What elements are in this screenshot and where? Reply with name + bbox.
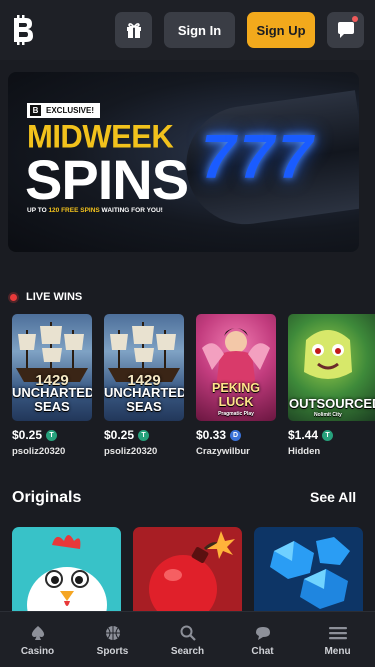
promo-banner[interactable]: 7 7 7 B EXCLUSIVE! MIDWEEK SPINS UP TO 1… [8,72,359,252]
sign-in-button[interactable]: Sign In [164,12,235,48]
diamonds-icon [270,537,350,609]
nav-label: Casino [20,646,55,657]
tether-coin-icon: T [46,429,58,441]
live-wins-title: LIVE WINS [26,291,83,303]
banner-subtitle-suffix: WAITING FOR YOU! [99,207,163,214]
win-username[interactable]: Crazywilbur [196,446,276,457]
brand-mark-icon: B [30,105,41,116]
win-username[interactable]: psoliz20320 [104,446,184,457]
game-thumbnail[interactable]: OUTSOURCED Nolimit City [288,314,375,421]
nav-label: Chat [251,646,274,657]
original-game-card[interactable] [254,527,363,617]
brand-logo-icon[interactable] [10,15,36,45]
sign-up-button[interactable]: Sign Up [247,12,315,48]
slot-reels: 7 7 7 [201,127,312,189]
banner-subtitle-prefix: UP TO [27,207,49,214]
chat-bubble-icon [337,21,354,38]
notification-dot [352,16,358,22]
nav-label: Sports [96,646,129,657]
hamburger-menu-icon [328,627,347,640]
thumbnail-title: OUTSOURCED [289,396,375,411]
win-amount: $1.44 [288,428,319,442]
live-win-card[interactable]: PEKING LUCK Pragmatic Play $0.33 D Crazy… [196,314,276,457]
banner-subtitle: UP TO 120 FREE SPINS WAITING FOR YOU! [27,207,163,214]
reel-seven: 7 [277,123,313,192]
tether-coin-icon: T [322,429,334,441]
bomb-icon [149,531,235,617]
game-thumbnail[interactable]: PEKING LUCK Pragmatic Play [196,314,276,421]
gift-icon [126,23,141,38]
originals-heading: Originals [12,489,82,506]
nav-label: Menu [324,646,351,657]
chat-button[interactable] [327,12,364,48]
banner-subtitle-highlight: 120 FREE SPINS [48,207,100,214]
tether-coin-icon: T [138,429,150,441]
exclusive-badge: B EXCLUSIVE! [27,103,101,118]
bottom-navigation: Casino Sports Search Chat Menu [0,611,375,667]
original-game-card[interactable] [12,527,121,617]
nav-item-sports[interactable]: Sports [75,612,150,667]
spade-icon [31,626,44,640]
nav-item-search[interactable]: Search [150,612,225,667]
win-amount: $0.25 [12,428,43,442]
win-amount-row: $0.25 T [12,428,92,442]
live-win-card[interactable]: OUTSOURCED Nolimit City $1.44 T Hidden [288,314,375,457]
thumbnail-title: UNCHARTED SEAS [12,385,92,414]
live-win-card[interactable]: 1429 UNCHARTED SEAS $0.25 T psoliz20320 [104,314,184,457]
live-indicator-icon [10,293,17,301]
exclusive-badge-label: EXCLUSIVE! [46,106,95,115]
thumbnail-provider: Pragmatic Play [218,411,254,417]
gift-button[interactable] [115,12,152,48]
win-amount-row: $0.25 T [104,428,184,442]
live-wins-heading: LIVE WINS [10,291,82,303]
original-game-card[interactable] [133,527,242,617]
top-header: Sign In Sign Up [0,0,375,60]
thumbnail-title: PEKING LUCK [212,381,260,409]
see-all-link[interactable]: See All [310,489,356,505]
basketball-icon [105,626,120,640]
nav-item-chat[interactable]: Chat [225,612,300,667]
search-icon [180,625,196,641]
win-amount-row: $0.33 D [196,428,276,442]
win-amount-row: $1.44 T [288,428,375,442]
thumbnail-title: UNCHARTED SEAS [104,385,184,414]
nav-item-casino[interactable]: Casino [0,612,75,667]
crypto-coin-icon: D [230,429,242,441]
chicken-icon [27,535,107,617]
thumbnail-provider: Nolimit City [314,412,342,418]
banner-headline-2: SPINS [25,148,189,211]
live-win-card[interactable]: 1429 UNCHARTED SEAS $0.25 T psoliz20320 [12,314,92,457]
win-amount: $0.33 [196,428,227,442]
reel-seven: 7 [201,123,236,192]
win-amount: $0.25 [104,428,135,442]
game-thumbnail[interactable]: 1429 UNCHARTED SEAS [104,314,184,421]
win-username[interactable]: Hidden [288,446,375,457]
nav-label: Search [170,646,205,657]
win-username[interactable]: psoliz20320 [12,446,92,457]
nav-item-menu[interactable]: Menu [300,612,375,667]
game-thumbnail[interactable]: 1429 UNCHARTED SEAS [12,314,92,421]
chat-bubble-icon [255,627,270,640]
reel-seven: 7 [239,123,274,192]
